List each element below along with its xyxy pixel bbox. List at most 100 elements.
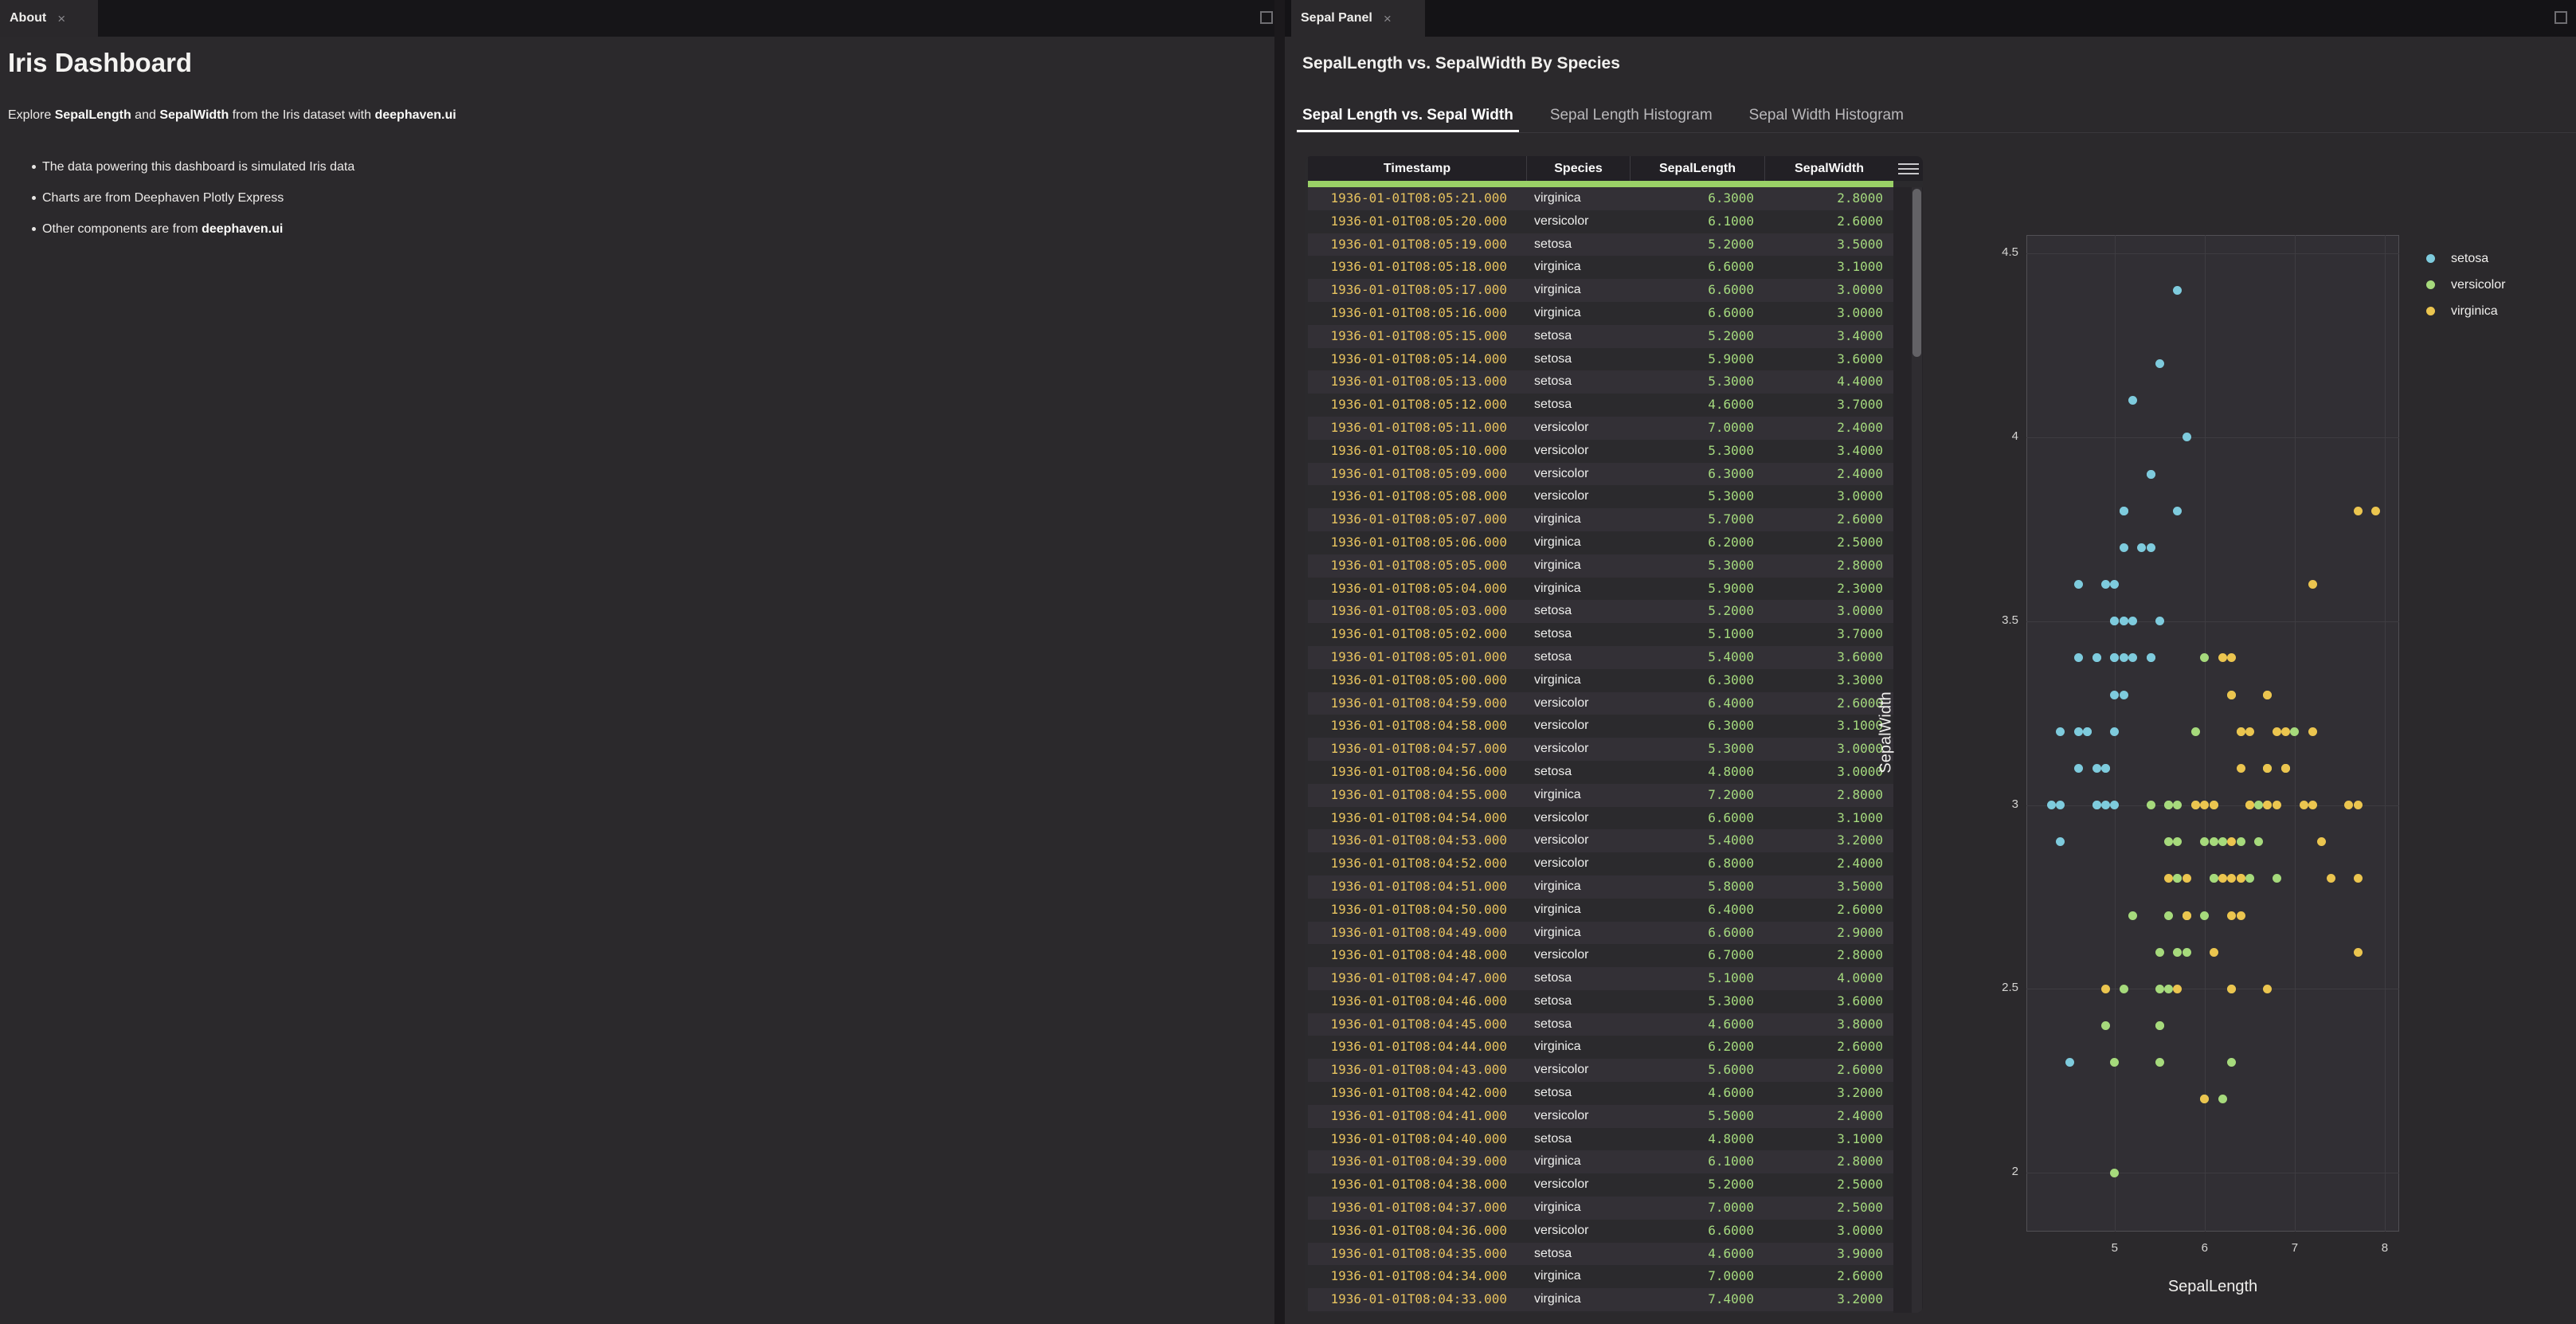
table-row[interactable]: 1936-01-01T08:04:58.000versicolor6.30003… [1308,715,1893,738]
legend-item-virginica[interactable]: virginica [2426,298,2505,324]
table-row[interactable]: 1936-01-01T08:04:43.000versicolor5.60002… [1308,1059,1893,1082]
table-row[interactable]: 1936-01-01T08:05:15.000setosa5.20003.400… [1308,325,1893,348]
table-row[interactable]: 1936-01-01T08:05:00.000virginica6.30003.… [1308,669,1893,692]
tab-sepal-panel[interactable]: Sepal Panel × [1291,0,1425,37]
table-row[interactable]: 1936-01-01T08:05:04.000virginica5.90002.… [1308,578,1893,601]
table-cell: 5.2000 [1630,325,1764,348]
scatter-point-versicolor [2155,1021,2164,1030]
table-row[interactable]: 1936-01-01T08:04:54.000versicolor6.60003… [1308,807,1893,830]
column-header-timestamp[interactable]: Timestamp [1308,156,1526,181]
panel-splitter[interactable] [1274,0,1285,1324]
hamburger-icon [1898,160,1919,178]
table-cell: setosa [1526,394,1630,417]
tab-sepal-length-histogram[interactable]: Sepal Length Histogram [1544,102,1718,132]
table-row[interactable]: 1936-01-01T08:04:52.000versicolor6.80002… [1308,852,1893,875]
table-row[interactable]: 1936-01-01T08:05:02.000setosa5.10003.700… [1308,623,1893,646]
legend-item-versicolor[interactable]: versicolor [2426,272,2505,298]
table-row[interactable]: 1936-01-01T08:04:55.000virginica7.20002.… [1308,784,1893,807]
table-cell: 1936-01-01T08:04:42.000 [1308,1082,1526,1105]
table-row[interactable]: 1936-01-01T08:04:47.000setosa5.10004.000… [1308,967,1893,990]
table-row[interactable]: 1936-01-01T08:04:59.000versicolor6.40002… [1308,692,1893,715]
column-header-sepalwidth[interactable]: SepalWidth [1764,156,1893,181]
table-row[interactable]: 1936-01-01T08:04:39.000virginica6.10002.… [1308,1150,1893,1173]
table-row[interactable]: 1936-01-01T08:04:38.000versicolor5.20002… [1308,1173,1893,1197]
table-row[interactable]: 1936-01-01T08:04:48.000versicolor6.70002… [1308,944,1893,967]
table-row[interactable]: 1936-01-01T08:05:05.000virginica5.30002.… [1308,554,1893,578]
close-icon[interactable]: × [1384,12,1392,25]
table-cell: virginica [1526,1197,1630,1220]
table-row[interactable]: 1936-01-01T08:05:11.000versicolor7.00002… [1308,417,1893,440]
table-row[interactable]: 1936-01-01T08:05:09.000versicolor6.30002… [1308,463,1893,486]
table-row[interactable]: 1936-01-01T08:04:35.000setosa4.60003.900… [1308,1243,1893,1266]
table-row[interactable]: 1936-01-01T08:04:56.000setosa4.80003.000… [1308,761,1893,784]
table-cell: 5.5000 [1630,1105,1764,1128]
table-row[interactable]: 1936-01-01T08:05:14.000setosa5.90003.600… [1308,348,1893,371]
table-row[interactable]: 1936-01-01T08:04:33.000virginica7.40003.… [1308,1288,1893,1311]
table-row[interactable]: 1936-01-01T08:05:08.000versicolor5.30003… [1308,485,1893,508]
table-row[interactable]: 1936-01-01T08:05:01.000setosa5.40003.600… [1308,646,1893,669]
tab-sepal-width-histogram[interactable]: Sepal Width Histogram [1744,102,1909,132]
table-row[interactable]: 1936-01-01T08:05:12.000setosa4.60003.700… [1308,394,1893,417]
table-cell: 3.1000 [1764,715,1893,738]
table-row[interactable]: 1936-01-01T08:04:49.000virginica6.60002.… [1308,922,1893,945]
tab-sepal-length-vs-sepal-width[interactable]: Sepal Length vs. Sepal Width [1297,102,1519,132]
table-row[interactable]: 1936-01-01T08:04:51.000virginica5.80003.… [1308,875,1893,899]
scrollbar-thumb[interactable] [1912,189,1921,357]
table-cell: virginica [1526,578,1630,601]
scatter-point-virginica [2227,911,2236,920]
column-header-species[interactable]: Species [1526,156,1630,181]
table-row[interactable]: 1936-01-01T08:04:42.000setosa4.60003.200… [1308,1082,1893,1105]
table-row[interactable]: 1936-01-01T08:04:57.000versicolor5.30003… [1308,738,1893,761]
scatter-point-setosa [2120,653,2128,662]
table-row[interactable]: 1936-01-01T08:04:46.000setosa5.30003.600… [1308,990,1893,1013]
maximize-icon[interactable] [1260,11,1273,24]
table-cell: 1936-01-01T08:05:07.000 [1308,508,1526,531]
maximize-icon[interactable] [2554,11,2567,24]
scatter-point-setosa [2093,764,2101,773]
table-cell: 3.0000 [1764,279,1893,302]
grid-menu-button[interactable] [1893,156,1923,181]
scatter-point-setosa [2101,801,2110,809]
legend-item-setosa[interactable]: setosa [2426,245,2505,272]
table-row[interactable]: 1936-01-01T08:04:45.000setosa4.60003.800… [1308,1013,1893,1036]
table-cell: 1936-01-01T08:04:35.000 [1308,1243,1526,1266]
table-cell: virginica [1526,279,1630,302]
table-row[interactable]: 1936-01-01T08:05:20.000versicolor6.10002… [1308,210,1893,233]
table-cell: 7.0000 [1630,1197,1764,1220]
table-row[interactable]: 1936-01-01T08:04:40.000setosa4.80003.100… [1308,1128,1893,1151]
table-row[interactable]: 1936-01-01T08:04:44.000virginica6.20002.… [1308,1036,1893,1059]
table-row[interactable]: 1936-01-01T08:04:37.000virginica7.00002.… [1308,1197,1893,1220]
table-row[interactable]: 1936-01-01T08:04:34.000virginica7.00002.… [1308,1265,1893,1288]
table-row[interactable]: 1936-01-01T08:05:19.000setosa5.20003.500… [1308,233,1893,257]
table-row[interactable]: 1936-01-01T08:04:53.000versicolor5.40003… [1308,829,1893,852]
scatter-point-setosa [2147,470,2155,479]
legend-label: virginica [2451,304,2498,319]
iris-data-grid: TimestampSpeciesSepalLengthSepalWidth 19… [1305,156,1923,1313]
y-tick-label: 2 [1971,1165,2018,1178]
grid-scroll-gutter [1893,187,1923,1313]
table-row[interactable]: 1936-01-01T08:05:18.000virginica6.60003.… [1308,256,1893,279]
table-cell: 2.4000 [1764,417,1893,440]
table-row[interactable]: 1936-01-01T08:05:06.000virginica6.20002.… [1308,531,1893,554]
table-row[interactable]: 1936-01-01T08:05:10.000versicolor5.30003… [1308,440,1893,463]
table-cell: 3.0000 [1764,761,1893,784]
table-row[interactable]: 1936-01-01T08:05:07.000virginica5.70002.… [1308,508,1893,531]
scatter-point-setosa [2093,801,2101,809]
table-row[interactable]: 1936-01-01T08:05:21.000virginica6.30002.… [1308,187,1893,210]
column-header-sepallength[interactable]: SepalLength [1630,156,1764,181]
table-row[interactable]: 1936-01-01T08:04:41.000versicolor5.50002… [1308,1105,1893,1128]
table-cell: 5.4000 [1630,646,1764,669]
table-cell: 6.2000 [1630,531,1764,554]
grid-scrollbar[interactable] [1912,187,1922,1313]
scatter-point-versicolor [2290,727,2299,736]
table-row[interactable]: 1936-01-01T08:05:03.000setosa5.20003.000… [1308,600,1893,623]
table-row[interactable]: 1936-01-01T08:05:17.000virginica6.60003.… [1308,279,1893,302]
table-row[interactable]: 1936-01-01T08:04:36.000versicolor6.60003… [1308,1220,1893,1243]
x-gridline [2385,235,2386,1232]
close-icon[interactable]: × [57,12,65,25]
tab-about[interactable]: About × [0,0,98,37]
scatter-point-setosa [2101,580,2110,589]
table-row[interactable]: 1936-01-01T08:05:16.000virginica6.60003.… [1308,302,1893,325]
table-row[interactable]: 1936-01-01T08:04:50.000virginica6.40002.… [1308,899,1893,922]
table-row[interactable]: 1936-01-01T08:05:13.000setosa5.30004.400… [1308,370,1893,394]
